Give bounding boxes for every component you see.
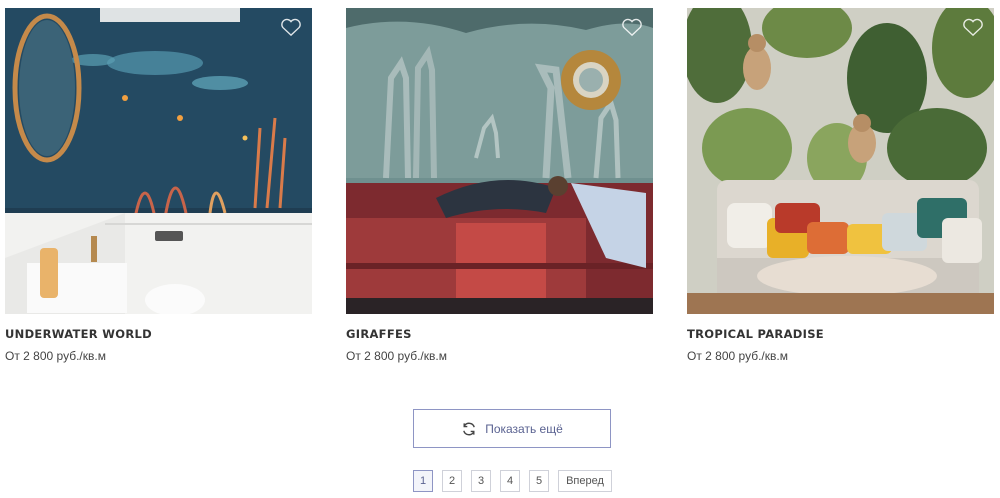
- product-card[interactable]: GIRAFFES От 2 800 руб./кв.м: [346, 8, 653, 364]
- product-card[interactable]: UNDERWATER WORLD От 2 800 руб./кв.м: [5, 8, 312, 364]
- load-more-label: Показать ещё: [485, 421, 563, 436]
- pagination: 1 2 3 4 5 Вперед: [413, 470, 612, 492]
- favorite-heart-icon[interactable]: [962, 17, 984, 37]
- favorite-heart-icon[interactable]: [280, 17, 302, 37]
- product-grid: UNDERWATER WORLD От 2 800 руб./кв.м GIRA…: [5, 8, 995, 368]
- product-price: От 2 800 руб./кв.м: [5, 349, 106, 363]
- page-4-button[interactable]: 4: [500, 470, 520, 492]
- product-card[interactable]: TROPICAL PARADISE От 2 800 руб./кв.м: [687, 8, 994, 364]
- product-title[interactable]: TROPICAL PARADISE: [687, 326, 994, 342]
- page-2-button[interactable]: 2: [442, 470, 462, 492]
- page-1-button[interactable]: 1: [413, 470, 433, 492]
- product-image[interactable]: [687, 8, 994, 314]
- refresh-icon: [463, 422, 476, 435]
- page-3-button[interactable]: 3: [471, 470, 491, 492]
- product-price: От 2 800 руб./кв.м: [346, 349, 447, 363]
- product-title[interactable]: GIRAFFES: [346, 326, 653, 342]
- product-title[interactable]: UNDERWATER WORLD: [5, 326, 312, 342]
- giraffes-bedroom-image: [346, 8, 653, 314]
- product-image[interactable]: [346, 8, 653, 314]
- product-image[interactable]: [5, 8, 312, 314]
- favorite-heart-icon[interactable]: [621, 17, 643, 37]
- underwater-bathroom-image: [5, 8, 312, 314]
- next-page-button[interactable]: Вперед: [558, 470, 612, 492]
- product-price: От 2 800 руб./кв.м: [687, 349, 788, 363]
- page-5-button[interactable]: 5: [529, 470, 549, 492]
- tropical-monkeys-living-room-image: [687, 8, 994, 314]
- load-more-button[interactable]: Показать ещё: [413, 409, 611, 448]
